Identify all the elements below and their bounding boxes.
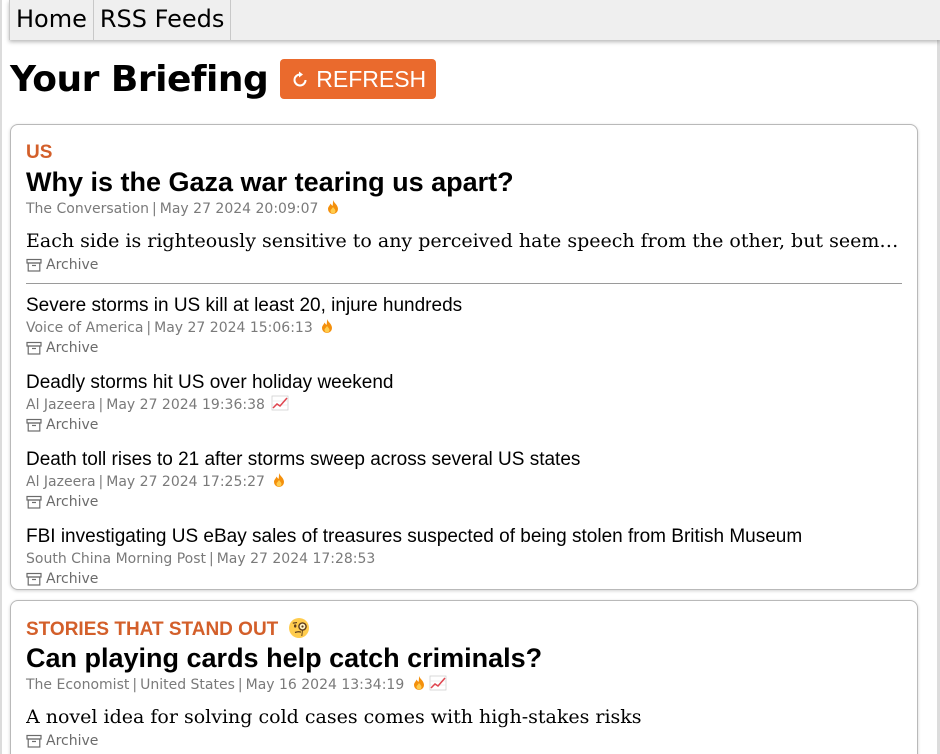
archive-icon	[26, 734, 42, 748]
meta-separator: |	[237, 677, 243, 693]
archive-icon	[26, 495, 42, 509]
lead-story-title[interactable]: Why is the Gaza war tearing us apart?	[26, 165, 902, 199]
briefing-card-stand-out: STORIES THAT STAND OUT Can playing cards…	[10, 600, 918, 754]
lead-story-meta: The Economist | United States | May 16 2024 …	[26, 675, 902, 695]
fire-icon	[271, 472, 287, 488]
meta-separator: |	[209, 551, 214, 567]
story-date: May 27 2024 17:28:53	[216, 551, 376, 567]
archive-icon	[26, 258, 42, 272]
story-date: May 27 2024 15:06:13	[154, 320, 313, 336]
left-edge	[0, 0, 2, 754]
top-nav: Home RSS Feeds	[9, 0, 940, 40]
story-meta: South China Morning Post | May 27 2024 17:…	[26, 549, 902, 569]
story-date: May 27 2024 17:25:27	[106, 474, 265, 490]
story-source: The Conversation	[26, 201, 150, 217]
divider	[26, 283, 902, 284]
meta-separator: |	[132, 677, 138, 693]
archive-label: Archive	[46, 571, 99, 587]
refresh-button[interactable]: REFRESH	[280, 59, 437, 99]
refresh-label: REFRESH	[316, 65, 427, 92]
nav-item-home[interactable]: Home	[9, 0, 94, 40]
archive-icon	[26, 572, 42, 586]
archive-button[interactable]: Archive	[26, 338, 902, 358]
meta-separator: |	[98, 397, 104, 413]
lead-story-meta: The Conversation | May 27 2024 20:09:07	[26, 199, 902, 219]
story-source: Voice of America	[26, 320, 144, 336]
story-title[interactable]: Deadly storms hit US over holiday weeken…	[26, 371, 902, 395]
archive-button[interactable]: Archive	[26, 415, 902, 435]
meta-separator: |	[146, 320, 152, 336]
briefing-card-us: US Why is the Gaza war tearing us apart?…	[10, 124, 918, 590]
archive-label: Archive	[46, 257, 99, 273]
fire-icon	[319, 318, 335, 334]
story-source: The Economist	[26, 677, 130, 693]
section-label: US	[26, 142, 53, 163]
archive-label: Archive	[46, 733, 99, 749]
lead-story-summary: Each side is righteously sensitive to an…	[26, 230, 902, 252]
nav-item-rss-feeds[interactable]: RSS Feeds	[94, 0, 232, 40]
story-source: South China Morning Post	[26, 551, 206, 567]
list-item: FBI investigating US eBay sales of treas…	[26, 525, 902, 589]
section-label: STORIES THAT STAND OUT	[26, 617, 902, 641]
list-item: Death toll rises to 21 after storms swee…	[26, 448, 902, 512]
story-source: Al Jazeera	[26, 474, 96, 490]
trending-icon	[271, 395, 289, 411]
story-date: May 16 2024 13:34:19	[245, 677, 405, 693]
story-date: May 27 2024 20:09:07	[159, 201, 319, 217]
archive-label: Archive	[46, 417, 99, 433]
archive-button[interactable]: Archive	[26, 569, 902, 589]
story-meta: Voice of America | May 27 2024 15:06:13	[26, 318, 902, 338]
archive-icon	[26, 418, 42, 432]
lead-story-summary: A novel idea for solving cold cases come…	[26, 706, 642, 728]
story-meta: Al Jazeera | May 27 2024 17:25:27	[26, 472, 902, 492]
story-title[interactable]: Severe storms in US kill at least 20, in…	[26, 294, 902, 318]
archive-button[interactable]: Archive	[26, 255, 902, 275]
meta-separator: |	[98, 474, 104, 490]
monocle-face-icon	[288, 617, 310, 639]
archive-label: Archive	[46, 340, 99, 356]
story-title[interactable]: FBI investigating US eBay sales of treas…	[26, 525, 902, 549]
story-date: May 27 2024 19:36:38	[106, 397, 265, 413]
lead-story-title[interactable]: Can playing cards help catch criminals?	[26, 641, 902, 675]
page-title: Your Briefing	[10, 58, 269, 100]
section-label-text: STORIES THAT STAND OUT	[26, 619, 279, 640]
fire-icon	[411, 675, 427, 691]
briefing-header: Your Briefing REFRESH	[10, 56, 437, 102]
story-source: Al Jazeera	[26, 397, 96, 413]
story-region: United States	[140, 677, 235, 693]
refresh-icon	[290, 69, 310, 89]
trending-icon	[429, 675, 447, 691]
fire-icon	[325, 199, 341, 215]
meta-separator: |	[152, 201, 157, 217]
archive-icon	[26, 341, 42, 355]
archive-button[interactable]: Archive	[26, 492, 902, 512]
list-item: Severe storms in US kill at least 20, in…	[26, 294, 902, 358]
list-item: Deadly storms hit US over holiday weeken…	[26, 371, 902, 435]
archive-label: Archive	[46, 494, 99, 510]
story-title[interactable]: Death toll rises to 21 after storms swee…	[26, 448, 902, 472]
archive-button[interactable]: Archive	[26, 731, 902, 751]
story-meta: Al Jazeera | May 27 2024 19:36:38	[26, 395, 902, 415]
